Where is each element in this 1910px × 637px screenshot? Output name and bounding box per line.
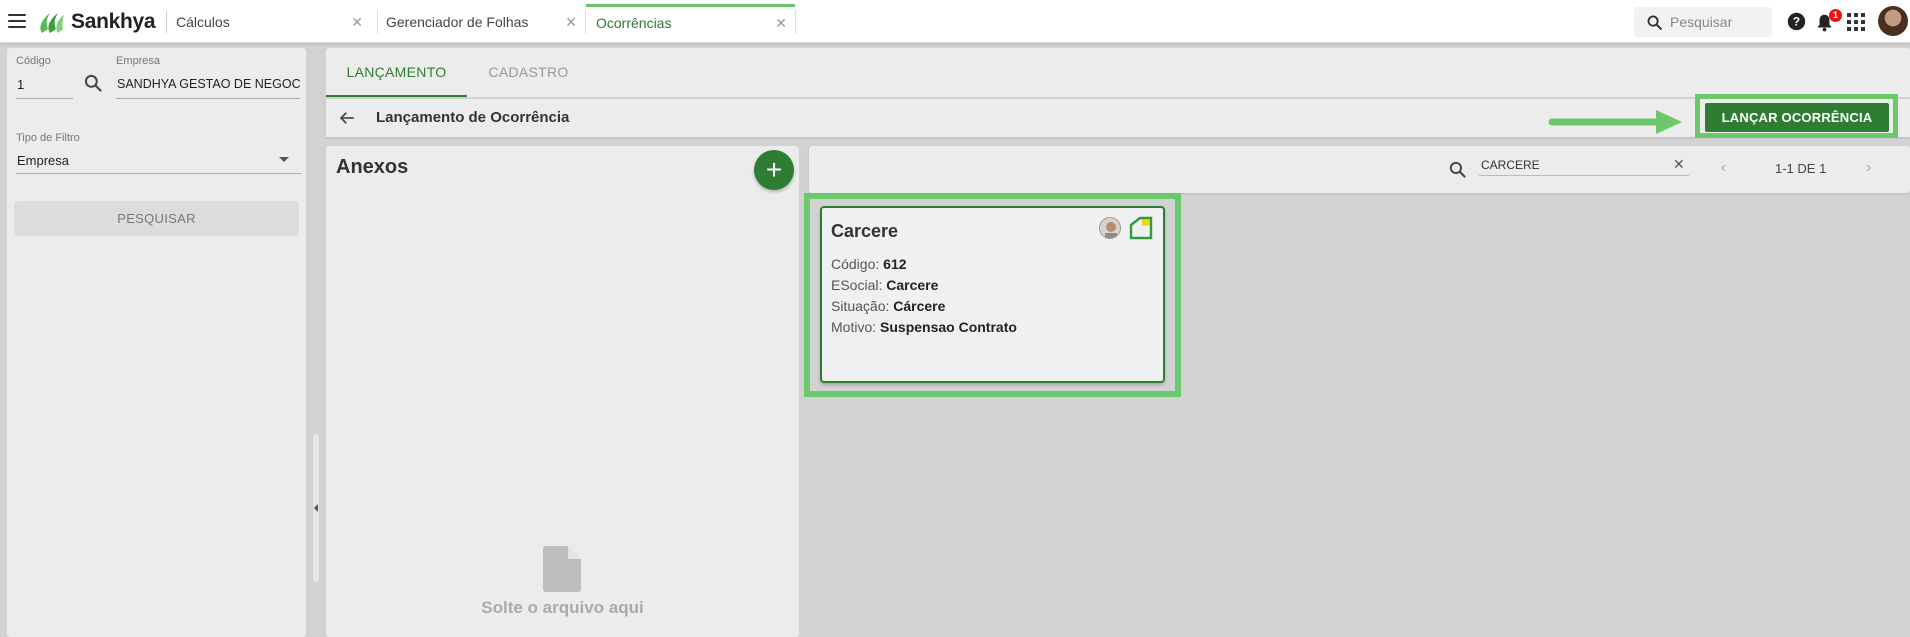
tab-lancamento[interactable]: LANÇAMENTO (326, 48, 467, 97)
user-avatar-icon (1100, 218, 1120, 238)
add-attachment-button[interactable]: + (754, 150, 794, 190)
card-field-motivo: Motivo: Suspensao Contrato (831, 319, 1017, 335)
global-search-input[interactable] (1670, 13, 1766, 31)
occurrence-card[interactable]: Carcere Código: 612 ESocial: Carcere Sit… (820, 206, 1165, 383)
close-icon[interactable]: ✕ (565, 4, 577, 40)
status-indicator-icon (1129, 216, 1153, 240)
main-panel: LANÇAMENTO CADASTRO Lançamento de Ocorrê… (326, 48, 1910, 637)
field-value: Carcere (886, 277, 939, 293)
apps-grid-icon[interactable] (1847, 13, 1865, 31)
pesquisar-button[interactable]: PESQUISAR (14, 201, 299, 236)
tab-label: Cálculos (176, 14, 230, 30)
annotation-arrow-icon (1548, 110, 1682, 134)
back-arrow-icon[interactable] (338, 109, 356, 127)
top-bar: Sankhya Cálculos ✕ Gerenciador de Folhas… (0, 0, 1910, 43)
field-label: ESocial: (831, 277, 883, 293)
empresa-underline (116, 98, 300, 99)
attachments-panel: Anexos + Solte o arquivo aqui (326, 146, 799, 637)
section-tabs: LANÇAMENTO CADASTRO (326, 48, 1910, 97)
field-label: Código: (831, 256, 880, 272)
card-field-situacao: Situação: Cárcere (831, 298, 945, 314)
clear-search-icon[interactable]: ✕ (1673, 156, 1685, 173)
tab-calculos[interactable]: Cálculos ✕ (166, 4, 371, 42)
divider (795, 10, 796, 34)
file-icon (543, 546, 581, 592)
attachments-title: Anexos (336, 156, 409, 178)
results-search-input[interactable] (1479, 154, 1689, 176)
brand-name: Sankhya (71, 10, 156, 33)
field-value: Suspensao Contrato (880, 319, 1017, 335)
field-value: Cárcere (893, 298, 946, 314)
tipo-filtro-underline (16, 173, 301, 174)
avatar (1099, 217, 1121, 239)
drop-zone-text: Solte o arquivo aqui (481, 598, 644, 617)
tab-gerenciador-de-folhas[interactable]: Gerenciador de Folhas ✕ (376, 4, 585, 42)
close-icon[interactable]: ✕ (775, 7, 787, 39)
chevron-down-icon[interactable] (279, 157, 289, 162)
search-icon[interactable] (83, 73, 103, 93)
card-field-codigo: Código: 612 (831, 256, 907, 272)
field-label: Motivo: (831, 319, 877, 335)
card-field-esocial: ESocial: Carcere (831, 277, 938, 293)
user-avatar[interactable] (1878, 6, 1908, 36)
chevron-left-icon[interactable]: ‹ (1721, 159, 1726, 177)
search-icon (1647, 15, 1662, 30)
brand-logo[interactable]: Sankhya (36, 9, 156, 35)
page-title: Lançamento de Ocorrência (376, 109, 570, 126)
results-toolbar: ✕ ‹ 1-1 DE 1 › (809, 146, 1910, 193)
help-icon[interactable]: ? (1787, 12, 1806, 31)
codigo-field[interactable]: 1 (17, 77, 24, 92)
chevron-right-icon[interactable]: › (1866, 159, 1871, 177)
tipo-filtro-select[interactable]: Empresa (17, 153, 69, 168)
menu-icon[interactable] (8, 14, 26, 28)
sankhya-logo-icon (40, 13, 64, 33)
close-icon[interactable]: ✕ (351, 4, 363, 40)
tab-ocorrencias[interactable]: Ocorrências ✕ (586, 4, 795, 42)
card-title: Carcere (831, 221, 899, 241)
tab-label: Ocorrências (596, 15, 672, 31)
lancar-ocorrencia-button[interactable]: LANÇAR OCORRÊNCIA (1705, 103, 1889, 132)
codigo-underline (16, 98, 73, 99)
svg-text:?: ? (1793, 14, 1800, 28)
chevron-left-icon (314, 504, 318, 512)
field-label: Situação: (831, 298, 890, 314)
search-icon[interactable] (1448, 160, 1467, 179)
tab-cadastro[interactable]: CADASTRO (467, 48, 590, 97)
pagination-text: 1-1 DE 1 (1775, 161, 1827, 176)
field-value: 612 (883, 256, 907, 272)
filter-panel: Código 1 Empresa SANDHYA GESTAO DE NEGOC… (7, 48, 306, 637)
codigo-label: Código (16, 55, 51, 67)
notification-badge: 1 (1829, 9, 1842, 22)
global-search[interactable] (1634, 7, 1772, 37)
panel-splitter[interactable] (312, 433, 320, 583)
tipo-filtro-label: Tipo de Filtro (16, 132, 80, 144)
empresa-field[interactable]: SANDHYA GESTAO DE NEGOC (117, 77, 301, 91)
empresa-label: Empresa (116, 55, 161, 67)
tab-label: Gerenciador de Folhas (386, 14, 529, 30)
